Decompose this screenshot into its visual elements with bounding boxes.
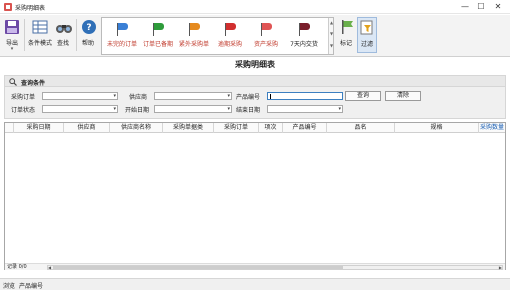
chevron-down-icon[interactable]: ▼ bbox=[330, 31, 333, 36]
export-button[interactable]: 导出 ▾ bbox=[3, 17, 21, 53]
data-grid[interactable]: 采购日期 供应商 供应商名称 采购单据类 采购订单 项次 产品编号 品名 规格 … bbox=[4, 122, 506, 270]
mark-label: 标记 bbox=[339, 40, 352, 47]
flag-item[interactable]: 订单已备期 bbox=[140, 22, 176, 48]
query-button[interactable]: 查询 bbox=[345, 91, 381, 101]
title-bar: 采购明细表 — ☐ ✕ bbox=[0, 0, 510, 14]
mark-button[interactable]: 标记 bbox=[338, 17, 354, 53]
order-status-combo[interactable]: ▾ bbox=[42, 105, 118, 113]
condition-mode-button[interactable]: 条件模式 bbox=[27, 17, 53, 53]
flag-label: 资产采购 bbox=[253, 41, 278, 48]
column-header[interactable]: 供应商 bbox=[64, 123, 110, 133]
chevron-down-icon: ▾ bbox=[338, 106, 341, 112]
column-header[interactable]: 供应商名称 bbox=[110, 123, 163, 133]
flag-icon bbox=[223, 22, 237, 36]
chevron-down-icon: ▾ bbox=[113, 106, 116, 112]
flag-label: 未完的订单 bbox=[106, 41, 137, 48]
status-bar: 浏览 产品编号 bbox=[0, 278, 510, 290]
column-header[interactable]: 规格 bbox=[395, 123, 479, 133]
column-header[interactable]: 采购订单 bbox=[214, 123, 259, 133]
toolbar-separator bbox=[76, 19, 77, 51]
end-date-picker[interactable]: ▾ bbox=[267, 105, 343, 113]
clear-button[interactable]: 清除 bbox=[385, 91, 421, 101]
start-date-label: 开始日期 bbox=[125, 107, 150, 114]
flag-label: 7天内交货 bbox=[290, 41, 318, 48]
find-button[interactable]: 查找 bbox=[55, 17, 73, 53]
app-icon bbox=[4, 3, 12, 11]
flag-item[interactable]: 7天内交货 bbox=[286, 22, 322, 48]
filter-button[interactable]: 过滤 bbox=[357, 17, 377, 53]
gallery-scroller[interactable]: ▲ ▼ ▼ bbox=[328, 18, 333, 54]
supplier-label: 供应商 bbox=[129, 94, 148, 101]
help-icon: ? bbox=[80, 18, 98, 36]
column-header[interactable]: 品名 bbox=[327, 123, 395, 133]
chevron-up-icon[interactable]: ▲ bbox=[330, 20, 333, 25]
condition-mode-label: 条件模式 bbox=[27, 40, 52, 47]
chevron-down-icon: ▾ bbox=[227, 106, 230, 112]
status-mode: 浏览 bbox=[3, 283, 16, 290]
flag-icon bbox=[259, 22, 273, 36]
flag-label: 紧外采购单 bbox=[178, 41, 209, 48]
maximize-button[interactable]: ☐ bbox=[474, 1, 488, 12]
filter-icon bbox=[358, 19, 376, 37]
column-header[interactable]: 项次 bbox=[259, 123, 283, 133]
order-status-label: 订单状态 bbox=[11, 107, 36, 114]
help-label: 帮助 bbox=[81, 40, 94, 47]
query-conditions-label: 查询条件 bbox=[21, 80, 46, 87]
grid-header: 采购日期 供应商 供应商名称 采购单据类 采购订单 项次 产品编号 品名 规格 … bbox=[5, 123, 505, 133]
window-title: 采购明细表 bbox=[15, 5, 46, 12]
minimize-button[interactable]: — bbox=[458, 1, 472, 12]
flag-label: 订单已备期 bbox=[142, 41, 173, 48]
horizontal-scrollbar[interactable]: ◀ ▶ bbox=[47, 265, 503, 270]
flag-item[interactable]: 资产采购 bbox=[248, 22, 284, 48]
toolbar-separator bbox=[24, 19, 25, 51]
start-date-picker[interactable]: ▾ bbox=[154, 105, 232, 113]
filter-label: 过滤 bbox=[360, 41, 373, 48]
record-counter: 记录 0/0 bbox=[7, 264, 27, 270]
flag-icon bbox=[338, 18, 356, 36]
column-header[interactable]: 产品编号 bbox=[283, 123, 327, 133]
column-header[interactable]: 采购数量 bbox=[479, 123, 505, 133]
query-form: 采购订单 ▾ 供应商 ▾ 产品编号 查询 清除 订单状态 ▾ 开始日期 ▾ 结束… bbox=[4, 87, 506, 119]
chevron-down-icon: ▾ bbox=[113, 93, 116, 99]
status-field: 产品编号 bbox=[19, 283, 44, 290]
flag-icon bbox=[297, 22, 311, 36]
order-no-combo[interactable]: ▾ bbox=[42, 92, 118, 100]
chevron-down-icon: ▾ bbox=[227, 93, 230, 99]
product-no-label: 产品编号 bbox=[236, 94, 261, 101]
export-dropdown-icon[interactable]: ▾ bbox=[3, 47, 21, 52]
help-button[interactable]: ? 帮助 bbox=[80, 17, 96, 53]
flag-icon bbox=[115, 22, 129, 36]
flag-icon bbox=[187, 22, 201, 36]
page-title: 采购明细表 bbox=[0, 57, 510, 73]
chevron-right-icon[interactable]: ▶ bbox=[499, 265, 502, 270]
query-conditions-header[interactable]: 查询条件 bbox=[4, 75, 506, 87]
find-label: 查找 bbox=[56, 40, 69, 47]
row-selector-header[interactable] bbox=[5, 123, 14, 133]
search-icon bbox=[9, 78, 17, 86]
flag-icon bbox=[151, 22, 165, 36]
order-no-label: 采购订单 bbox=[11, 94, 36, 101]
grid-footer: 记录 0/0 ◀ ▶ bbox=[5, 263, 505, 270]
product-no-input[interactable] bbox=[267, 92, 343, 100]
expand-icon[interactable]: ▼ bbox=[330, 43, 333, 48]
column-header[interactable]: 采购单据类 bbox=[163, 123, 214, 133]
flag-gallery: 未完的订单 订单已备期 紧外采购单 逾期采购 资产采购 7天内交货 ▲ ▼ ▼ bbox=[101, 17, 334, 55]
scrollbar-thumb[interactable] bbox=[53, 266, 343, 269]
chevron-left-icon[interactable]: ◀ bbox=[48, 265, 51, 270]
flag-item[interactable]: 紧外采购单 bbox=[176, 22, 212, 48]
export-icon bbox=[3, 18, 21, 36]
table-icon bbox=[31, 18, 49, 36]
svg-text:?: ? bbox=[86, 23, 91, 33]
flag-item[interactable]: 逾期采购 bbox=[212, 22, 248, 48]
supplier-combo[interactable]: ▾ bbox=[154, 92, 232, 100]
flag-item[interactable]: 未完的订单 bbox=[104, 22, 140, 48]
close-button[interactable]: ✕ bbox=[491, 1, 505, 12]
flag-label: 逾期采购 bbox=[217, 41, 242, 48]
end-date-label: 结束日期 bbox=[236, 107, 261, 114]
binoculars-icon bbox=[55, 18, 73, 36]
column-header[interactable]: 采购日期 bbox=[14, 123, 64, 133]
